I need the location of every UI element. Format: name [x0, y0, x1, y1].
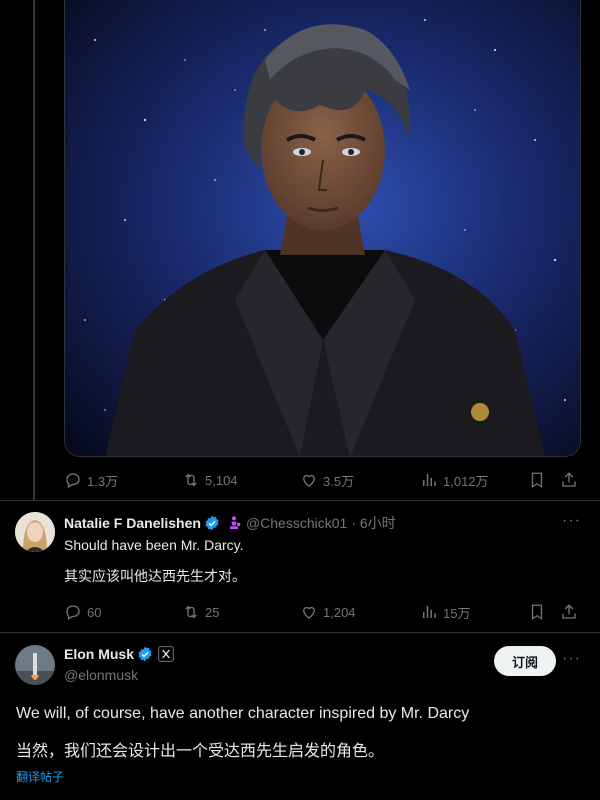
divider: [0, 632, 600, 633]
reply-button[interactable]: 1.3万: [64, 471, 182, 490]
reply2-text: We will, of course, have another charact…: [16, 705, 470, 722]
more-options-icon[interactable]: ···: [562, 650, 581, 668]
chess-icon: [229, 516, 241, 529]
reply1-translation: 其实应该叫他达西先生才对。: [64, 568, 246, 584]
reply-count: 60: [87, 604, 102, 620]
handle[interactable]: @elonmusk: [64, 667, 138, 683]
like-count: 1,204: [323, 604, 356, 620]
verified-badge-icon: [138, 646, 152, 662]
like-button[interactable]: 3.5万: [300, 471, 420, 490]
views-count: 15万: [443, 605, 471, 621]
main-post-action-bar: 1.3万 5,104 3.5万 1,012万: [64, 469, 584, 491]
repost-icon: [185, 605, 197, 619]
reply2-translation: 当然，我们还会设计出一个受达西先生启发的角色。: [16, 743, 385, 760]
display-name[interactable]: Elon Musk: [64, 646, 134, 662]
thread-line: [33, 0, 35, 500]
repost-count: 5,104: [205, 472, 238, 488]
reply-icon: [66, 605, 80, 620]
x-affiliate-icon: [158, 646, 174, 662]
translate-post-link[interactable]: 翻译帖子: [16, 768, 64, 785]
views-count: 1,012万: [443, 473, 489, 489]
views-button[interactable]: 1,012万: [420, 471, 520, 490]
reply1-action-bar: 60 25 1,204 15万: [64, 601, 584, 623]
bookmark-icon[interactable]: [528, 471, 546, 489]
repost-button[interactable]: 5,104: [182, 471, 300, 489]
share-icon[interactable]: [560, 471, 578, 489]
more-options-icon[interactable]: ···: [562, 512, 581, 530]
verified-badge-icon: [205, 515, 219, 531]
subscribe-button[interactable]: 订阅: [494, 646, 556, 676]
avatar[interactable]: [15, 512, 55, 552]
like-button[interactable]: 1,204: [300, 603, 420, 621]
reply1-text: Should have been Mr. Darcy.: [64, 537, 244, 553]
repost-button[interactable]: 25: [182, 603, 300, 621]
views-icon: [423, 606, 436, 618]
post-image[interactable]: [64, 0, 581, 457]
reply-icon: [66, 473, 80, 488]
timestamp[interactable]: · 6小时: [351, 513, 395, 533]
avatar[interactable]: [15, 645, 55, 685]
share-icon[interactable]: [560, 603, 578, 621]
views-button[interactable]: 15万: [420, 603, 520, 622]
reply1-header: Natalie F Danelishen @Chesschick01 · 6小时: [64, 513, 396, 533]
like-count: 3.5万: [323, 473, 355, 489]
display-name[interactable]: Natalie F Danelishen: [64, 515, 201, 531]
bookmark-icon[interactable]: [528, 603, 546, 621]
reply-count: 1.3万: [87, 473, 119, 489]
handle[interactable]: @Chesschick01: [246, 515, 347, 531]
repost-count: 25: [205, 604, 220, 620]
divider: [0, 500, 600, 501]
views-icon: [423, 474, 436, 486]
repost-icon: [185, 473, 197, 487]
reply2-header: Elon Musk: [64, 646, 174, 662]
heart-icon: [303, 474, 315, 487]
heart-icon: [303, 606, 315, 619]
reply-button[interactable]: 60: [64, 603, 182, 621]
